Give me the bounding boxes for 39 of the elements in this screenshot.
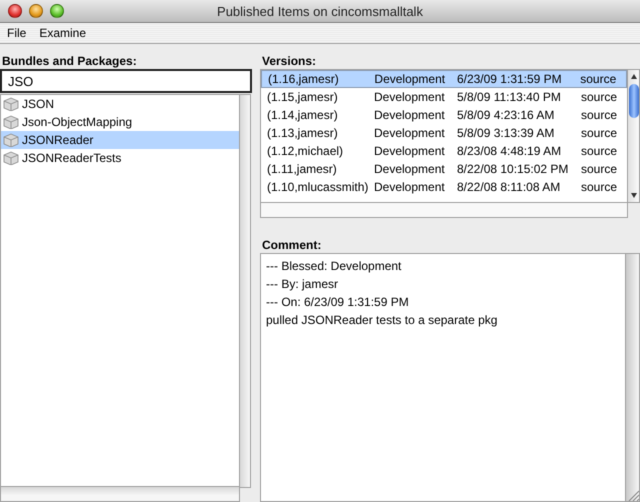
comment-line: --- On: 6/23/09 1:31:59 PM [266,294,410,311]
package-icon [3,115,19,129]
version-row[interactable]: (1.15,jamesr) Development 5/8/09 11:13:40 PM source [261,88,627,106]
scroll-thumb[interactable] [628,84,638,118]
comment-text-area[interactable]: --- Blessed: Development --- By: jamesr --- On: 6/23/09 1:31:59 PM pulled JSONReader tests to a separate pkg [260,253,626,502]
package-item[interactable]: JSONReader [1,131,239,149]
horizontal-scrollbar[interactable] [260,203,628,218]
version-row[interactable]: (1.12,michael) Development 8/23/08 4:48:19 AM source [261,142,627,160]
menu-item[interactable]: File [7,26,26,40]
window-title: Published Items on cincomsmalltalk [217,4,423,18]
package-icon [3,97,19,111]
package-item[interactable]: Json-ObjectMapping [1,113,239,131]
minimize-button[interactable] [29,4,43,18]
zoom-button[interactable] [50,4,64,18]
version-row[interactable]: (1.14,jamesr) Development 5/8/09 4:23:16 AM source [261,106,627,124]
section-label: Versions: [261,53,318,69]
package-item[interactable]: JSONReaderTests [1,149,239,167]
scroll-down-arrow-icon[interactable] [630,191,638,199]
scroll-up-arrow-icon[interactable] [630,73,638,81]
comment-line: --- Blessed: Development [266,258,402,275]
close-button[interactable] [8,4,22,18]
vertical-scrollbar[interactable] [626,253,640,502]
comment-line: pulled JSONReader tests to a separate pkg [266,312,498,329]
comment-line: --- By: jamesr [266,276,339,293]
package-icon [3,133,19,147]
package-icon [3,151,19,165]
version-row[interactable]: (1.10,mlucassmith) Development 8/22/08 8:11:08 AM source [261,178,627,196]
version-row[interactable]: (1.11,jamesr) Development 8/22/08 10:15:02 PM source [261,160,627,178]
section-label: Bundles and Packages: [1,53,138,69]
package-item[interactable]: JSON [1,95,239,113]
version-row[interactable]: (1.16,jamesr) Development 6/23/09 1:31:59 PM source [261,70,627,88]
vertical-scrollbar[interactable] [628,69,640,203]
resize-grip-icon[interactable] [627,489,639,501]
menu-item[interactable]: Examine [39,26,86,40]
version-row[interactable]: (1.13,jamesr) Development 5/8/09 3:13:39 AM source [261,124,627,142]
section-label: Comment: [261,237,322,253]
filter-field[interactable]: JSO [0,69,252,93]
horizontal-scrollbar[interactable] [0,487,240,502]
vertical-scrollbar[interactable] [240,94,251,488]
